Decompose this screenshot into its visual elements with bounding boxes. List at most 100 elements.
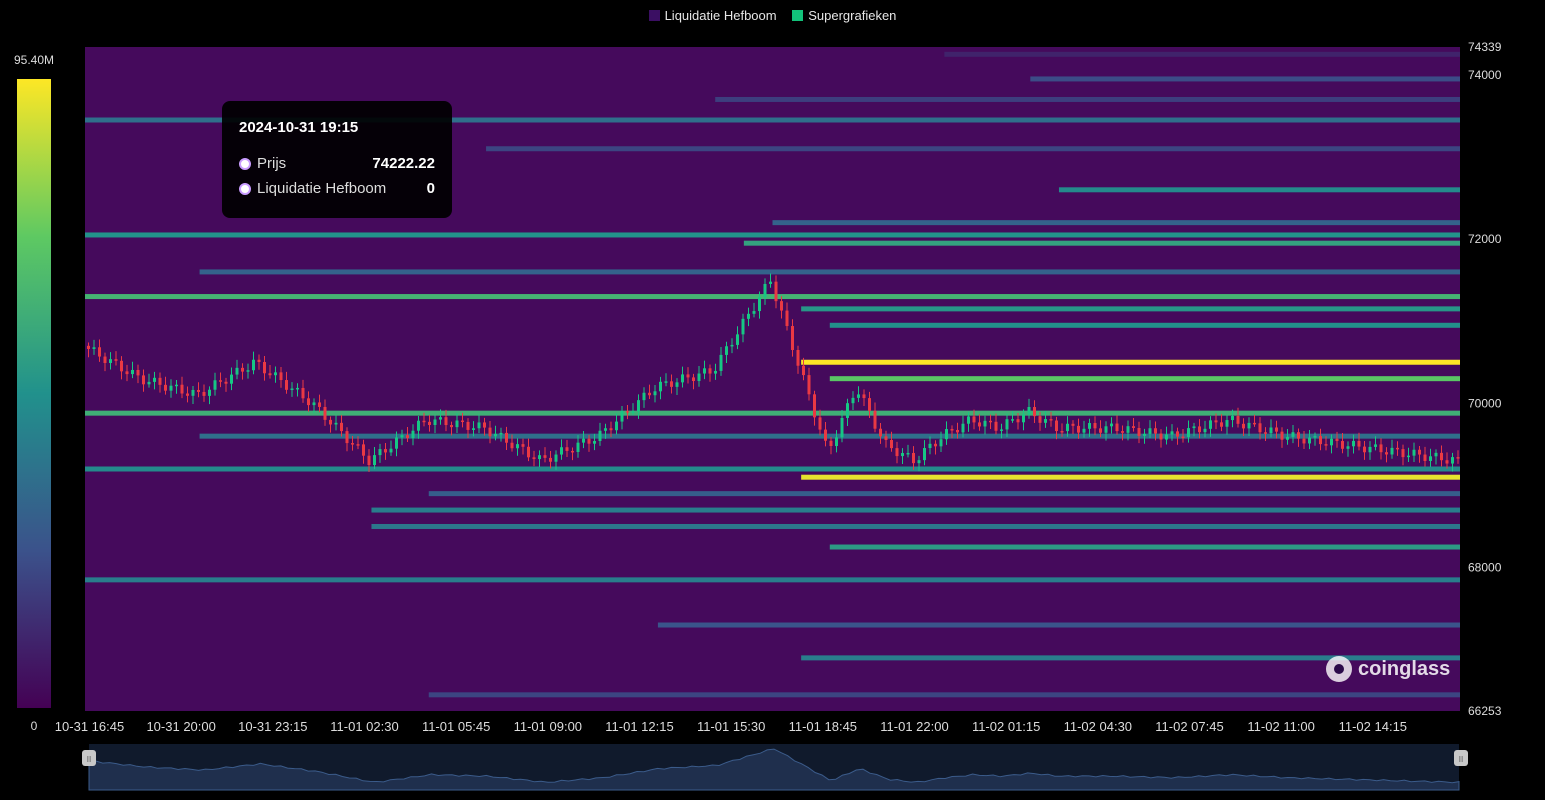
candle-body (582, 438, 585, 443)
candle-body (296, 387, 299, 390)
x-tick-label: 10-31 16:45 (55, 719, 124, 734)
candle-body (736, 334, 739, 345)
candle-body (1225, 420, 1229, 427)
candle-body (191, 389, 195, 396)
candle-body (378, 449, 382, 456)
liquidation-band-10 (85, 294, 1460, 300)
candle-body (153, 377, 156, 382)
candle-body (213, 380, 217, 390)
tooltip-price-label: Prijs (257, 155, 287, 172)
candle-body (422, 420, 426, 423)
candle-body (637, 400, 640, 412)
candle-body (455, 420, 459, 428)
candle-body (1165, 434, 1168, 440)
candle-body (851, 397, 855, 404)
candle-body (1137, 427, 1141, 436)
candle-body (356, 444, 360, 446)
candle-body (494, 433, 497, 437)
candle-body (774, 281, 778, 302)
candle-body (87, 345, 90, 349)
candle-body (103, 356, 107, 363)
candle-body (1335, 438, 1339, 442)
candle-body (1269, 427, 1273, 434)
candle-body (752, 311, 756, 314)
candle-body (598, 430, 602, 442)
candle-body (208, 389, 211, 396)
liquidation-band-18 (801, 474, 1460, 480)
y-tick-label: 74000 (1468, 68, 1502, 82)
candle-body (1357, 440, 1361, 447)
candle-body (1203, 428, 1207, 433)
candle-body (1088, 423, 1091, 429)
x-tick-label: 11-01 22:00 (880, 719, 948, 734)
candle-body (263, 362, 266, 374)
candle-body (1346, 446, 1350, 449)
candle-body (1033, 407, 1036, 417)
candle-body (934, 443, 937, 447)
coinglass-logo-icon (1326, 656, 1352, 682)
candle-body (1038, 416, 1042, 423)
candle-body (1176, 431, 1179, 437)
tooltip-dot-icon (239, 182, 251, 195)
liquidation-band-19 (428, 491, 1460, 497)
candle-body (1143, 433, 1146, 436)
candle-body (318, 402, 321, 407)
candle-body (1055, 420, 1058, 432)
candle-body (829, 440, 833, 447)
candle-body (125, 371, 129, 375)
candle-body (1247, 422, 1251, 429)
candle-body (664, 381, 668, 383)
candle-body (681, 374, 684, 383)
candle-body (1445, 460, 1449, 464)
x-tick-label: 11-02 11:00 (1247, 719, 1314, 734)
navigator[interactable]: II II (82, 744, 1468, 791)
candle-body (136, 369, 140, 376)
candle-body (1187, 428, 1190, 437)
candle-body (274, 372, 277, 376)
candle-body (901, 453, 904, 457)
candle-body (362, 444, 365, 456)
candle-body (939, 439, 943, 447)
candle-body (994, 421, 998, 431)
candle-body (1231, 415, 1234, 421)
coinglass-watermark: coinglass (1326, 656, 1450, 682)
candle-body (565, 447, 569, 451)
x-tick-label: 11-02 07:45 (1155, 719, 1223, 734)
candle-body (1374, 444, 1377, 447)
x-tick-label: 10-31 23:15 (238, 719, 307, 734)
candle-body (725, 346, 728, 355)
candle-body (653, 391, 657, 396)
candle-body (945, 429, 948, 440)
candle-body (1324, 444, 1328, 446)
candle-body (1390, 447, 1394, 455)
candle-body (730, 344, 734, 347)
candle-body (505, 432, 508, 443)
candle-body (950, 429, 954, 431)
candle-body (1209, 420, 1212, 429)
y-tick-label: 70000 (1468, 396, 1502, 410)
liquidation-band-5 (1058, 187, 1460, 193)
candle-body (307, 398, 310, 406)
candle-body (527, 446, 530, 458)
candle-body (131, 369, 134, 375)
candle-body (620, 411, 624, 422)
candle-body (1280, 431, 1284, 440)
tooltip-dot-icon (239, 157, 251, 170)
candle-body (1385, 452, 1388, 455)
candle-body (1060, 431, 1064, 433)
candle-body (675, 382, 679, 387)
candle-body (1154, 428, 1157, 434)
candle-body (626, 411, 629, 413)
candle-body (1000, 429, 1003, 431)
candle-body (1363, 446, 1366, 453)
candle-body (488, 427, 492, 437)
candle-body (312, 402, 316, 406)
candle-body (879, 428, 882, 437)
candle-body (1440, 452, 1443, 461)
candle-body (884, 436, 888, 440)
candle-body (252, 359, 255, 371)
liquidation-band-12 (829, 322, 1460, 328)
candle-body (439, 417, 442, 420)
candle-body (1159, 433, 1163, 440)
candle-body (406, 435, 409, 439)
